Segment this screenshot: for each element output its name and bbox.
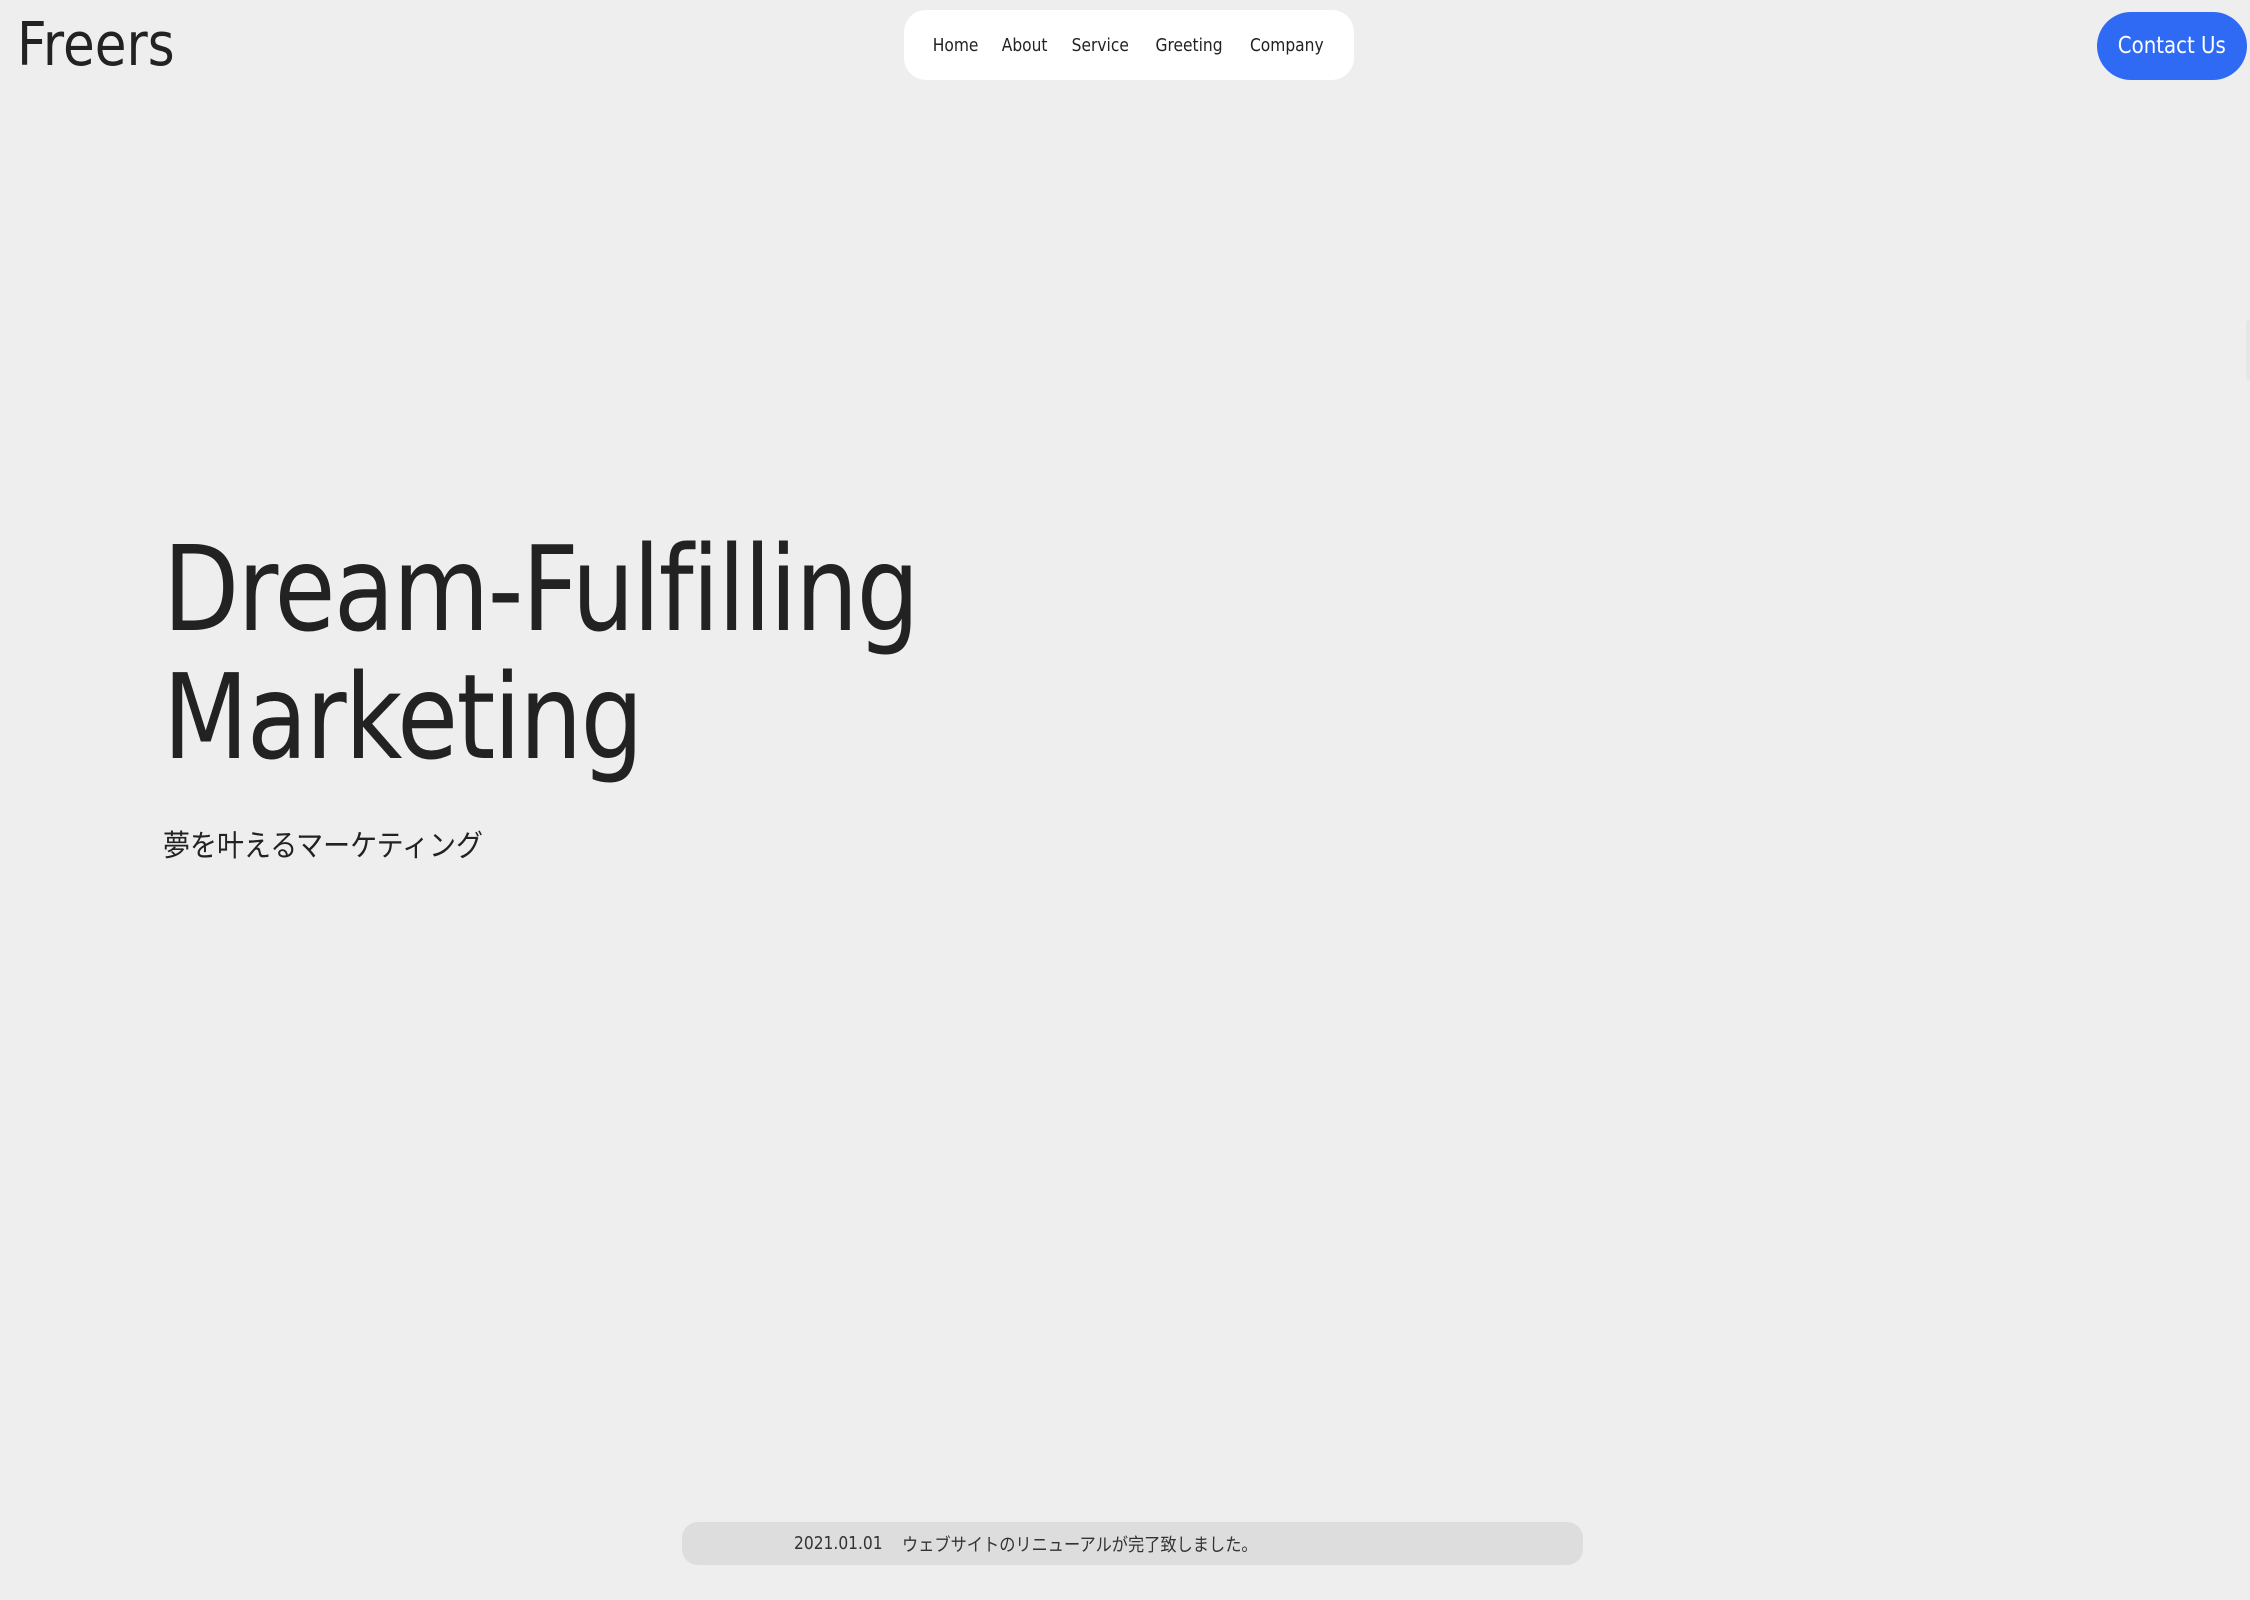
contact-us-label: Contact Us bbox=[2117, 33, 2227, 59]
hero-title-line-1: Dream-Fulfilling bbox=[163, 520, 919, 658]
news-text: ウェブサイトのリニューアルが完了致しました。 bbox=[902, 1534, 1258, 1556]
nav-service[interactable]: Service bbox=[1072, 35, 1129, 56]
hero-title: Dream-Fulfilling Marketing bbox=[163, 520, 919, 786]
hero-section: Dream-Fulfilling Marketing 夢を叶えるマーケティング bbox=[163, 525, 1062, 865]
hero-subtitle: 夢を叶えるマーケティング bbox=[163, 829, 483, 864]
nav-company[interactable]: Company bbox=[1250, 35, 1324, 56]
hero-title-line-2: Marketing bbox=[163, 648, 644, 786]
news-date: 2021.01.01 bbox=[794, 1533, 883, 1554]
nav-about[interactable]: About bbox=[1002, 35, 1048, 56]
news-ticker[interactable]: 2021.01.01 ウェブサイトのリニューアルが完了致しました。 bbox=[682, 1522, 1583, 1565]
logo[interactable]: Freers bbox=[17, 8, 175, 82]
side-scroll-indicator[interactable] bbox=[2246, 320, 2250, 380]
nav-home[interactable]: Home bbox=[932, 35, 978, 56]
contact-us-button[interactable]: Contact Us bbox=[2097, 12, 2247, 80]
main-nav: Home About Service Greeting Company bbox=[904, 10, 1354, 80]
nav-greeting[interactable]: Greeting bbox=[1155, 35, 1222, 56]
